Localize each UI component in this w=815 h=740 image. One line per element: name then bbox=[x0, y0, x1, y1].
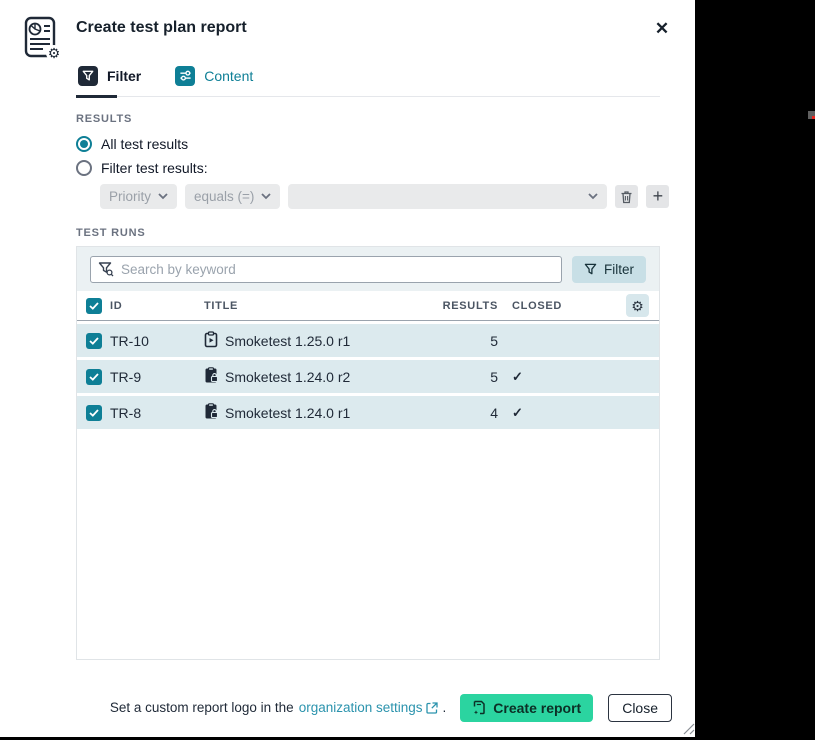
trash-icon bbox=[620, 190, 633, 204]
row-id: TR-8 bbox=[110, 405, 204, 421]
report-sparkle-icon bbox=[472, 700, 486, 716]
chevron-down-icon bbox=[588, 193, 598, 200]
table-filter-button[interactable]: Filter bbox=[572, 256, 646, 283]
delete-filter-button[interactable] bbox=[615, 185, 638, 208]
tab-content[interactable]: Content bbox=[173, 62, 255, 96]
table-settings-button[interactable]: ⚙ bbox=[626, 294, 649, 317]
filter-field-value: Priority bbox=[109, 189, 151, 204]
black-background-strip bbox=[695, 0, 815, 737]
dialog-close-icon[interactable]: ✕ bbox=[648, 15, 676, 43]
row-results: 5 bbox=[432, 333, 510, 349]
organization-settings-link[interactable]: organization settings bbox=[299, 700, 438, 715]
radio-all-test-results[interactable]: All test results bbox=[76, 136, 188, 152]
tab-content-label: Content bbox=[204, 68, 253, 84]
filter-operator-select[interactable]: equals (=) bbox=[185, 184, 280, 209]
dialog-footer: Set a custom report logo in the organiza… bbox=[0, 693, 672, 722]
test-runs-section-label: TEST RUNS bbox=[76, 227, 146, 239]
row-title: Smoketest 1.25.0 r1 bbox=[225, 333, 350, 349]
table-body: TR-10 Smoketest 1.25.0 r1 5 bbox=[77, 321, 659, 429]
table-row-tr-10[interactable]: TR-10 Smoketest 1.25.0 r1 5 bbox=[77, 324, 659, 357]
gear-icon: ⚙ bbox=[631, 299, 644, 313]
table-header-row: ID TITLE RESULTS CLOSED ⚙ bbox=[77, 291, 659, 321]
table-row-tr-9[interactable]: TR-9 Smoketest 1.24.0 r2 5 ✓ bbox=[77, 360, 659, 393]
table-row-tr-8[interactable]: TR-8 Smoketest 1.24.0 r1 4 ✓ bbox=[77, 396, 659, 429]
radio-selected-icon[interactable] bbox=[76, 136, 92, 152]
test-run-locked-icon bbox=[204, 367, 218, 387]
column-header-results[interactable]: RESULTS bbox=[432, 300, 510, 312]
test-runs-toolbar: Filter bbox=[77, 247, 659, 291]
test-runs-panel: Filter ID TITLE RESULTS CLOSED ⚙ bbox=[76, 246, 660, 660]
row-closed-mark: ✓ bbox=[512, 405, 523, 420]
close-button[interactable]: Close bbox=[608, 694, 672, 722]
filter-operator-value: equals (=) bbox=[194, 189, 254, 204]
dialog-title: Create test plan report bbox=[76, 19, 247, 37]
row-id: TR-10 bbox=[110, 333, 204, 349]
column-header-id[interactable]: ID bbox=[110, 300, 204, 312]
search-input[interactable] bbox=[90, 256, 562, 283]
row-checkbox[interactable] bbox=[86, 333, 102, 349]
add-filter-button[interactable]: + bbox=[646, 185, 669, 208]
radio-unselected-icon[interactable] bbox=[76, 160, 92, 176]
row-results: 5 bbox=[432, 369, 510, 385]
funnel-icon bbox=[78, 66, 98, 86]
plus-icon: + bbox=[653, 187, 664, 205]
resize-grip-icon[interactable] bbox=[680, 720, 695, 740]
chevron-down-icon bbox=[158, 193, 168, 200]
report-gear-icon: ⚙ bbox=[19, 13, 63, 68]
search-wrap bbox=[90, 256, 562, 283]
column-header-closed[interactable]: CLOSED bbox=[510, 300, 570, 312]
result-filter-row: Priority equals (=) + bbox=[100, 184, 669, 209]
select-all-checkbox[interactable] bbox=[86, 298, 102, 314]
row-title: Smoketest 1.24.0 r2 bbox=[225, 369, 350, 385]
filter-field-select[interactable]: Priority bbox=[100, 184, 177, 209]
column-header-title[interactable]: TITLE bbox=[204, 300, 432, 312]
footer-note: Set a custom report logo in the organiza… bbox=[110, 700, 446, 715]
test-run-in-progress-icon bbox=[204, 331, 218, 351]
funnel-outline-icon bbox=[584, 263, 597, 276]
row-checkbox[interactable] bbox=[86, 369, 102, 385]
radio-all-test-results-label: All test results bbox=[101, 136, 188, 152]
footer-note-suffix: . bbox=[443, 700, 447, 715]
table-filter-button-label: Filter bbox=[604, 262, 634, 277]
row-results: 4 bbox=[432, 405, 510, 421]
create-report-button[interactable]: Create report bbox=[460, 694, 593, 722]
filter-search-icon bbox=[98, 261, 114, 282]
row-closed-mark: ✓ bbox=[512, 369, 523, 384]
row-checkbox[interactable] bbox=[86, 405, 102, 421]
create-report-button-label: Create report bbox=[493, 700, 581, 716]
sliders-icon bbox=[175, 66, 195, 86]
organization-settings-link-label: organization settings bbox=[299, 700, 423, 715]
row-id: TR-9 bbox=[110, 369, 204, 385]
filter-value-select[interactable] bbox=[288, 184, 607, 209]
tab-bar: Filter Content bbox=[76, 62, 660, 97]
footer-note-prefix: Set a custom report logo in the bbox=[110, 700, 294, 715]
tab-filter[interactable]: Filter bbox=[76, 62, 143, 96]
chevron-down-icon bbox=[261, 193, 271, 200]
results-section-label: RESULTS bbox=[76, 113, 132, 125]
row-title: Smoketest 1.24.0 r1 bbox=[225, 405, 350, 421]
svg-text:⚙: ⚙ bbox=[48, 45, 61, 61]
create-test-plan-report-dialog: ⚙ Create test plan report ✕ Filter Conte… bbox=[0, 0, 695, 737]
external-link-icon bbox=[426, 702, 438, 714]
radio-filter-test-results[interactable]: Filter test results: bbox=[76, 160, 208, 176]
radio-filter-test-results-label: Filter test results: bbox=[101, 160, 208, 176]
tab-filter-label: Filter bbox=[107, 68, 141, 84]
test-run-locked-icon bbox=[204, 403, 218, 423]
